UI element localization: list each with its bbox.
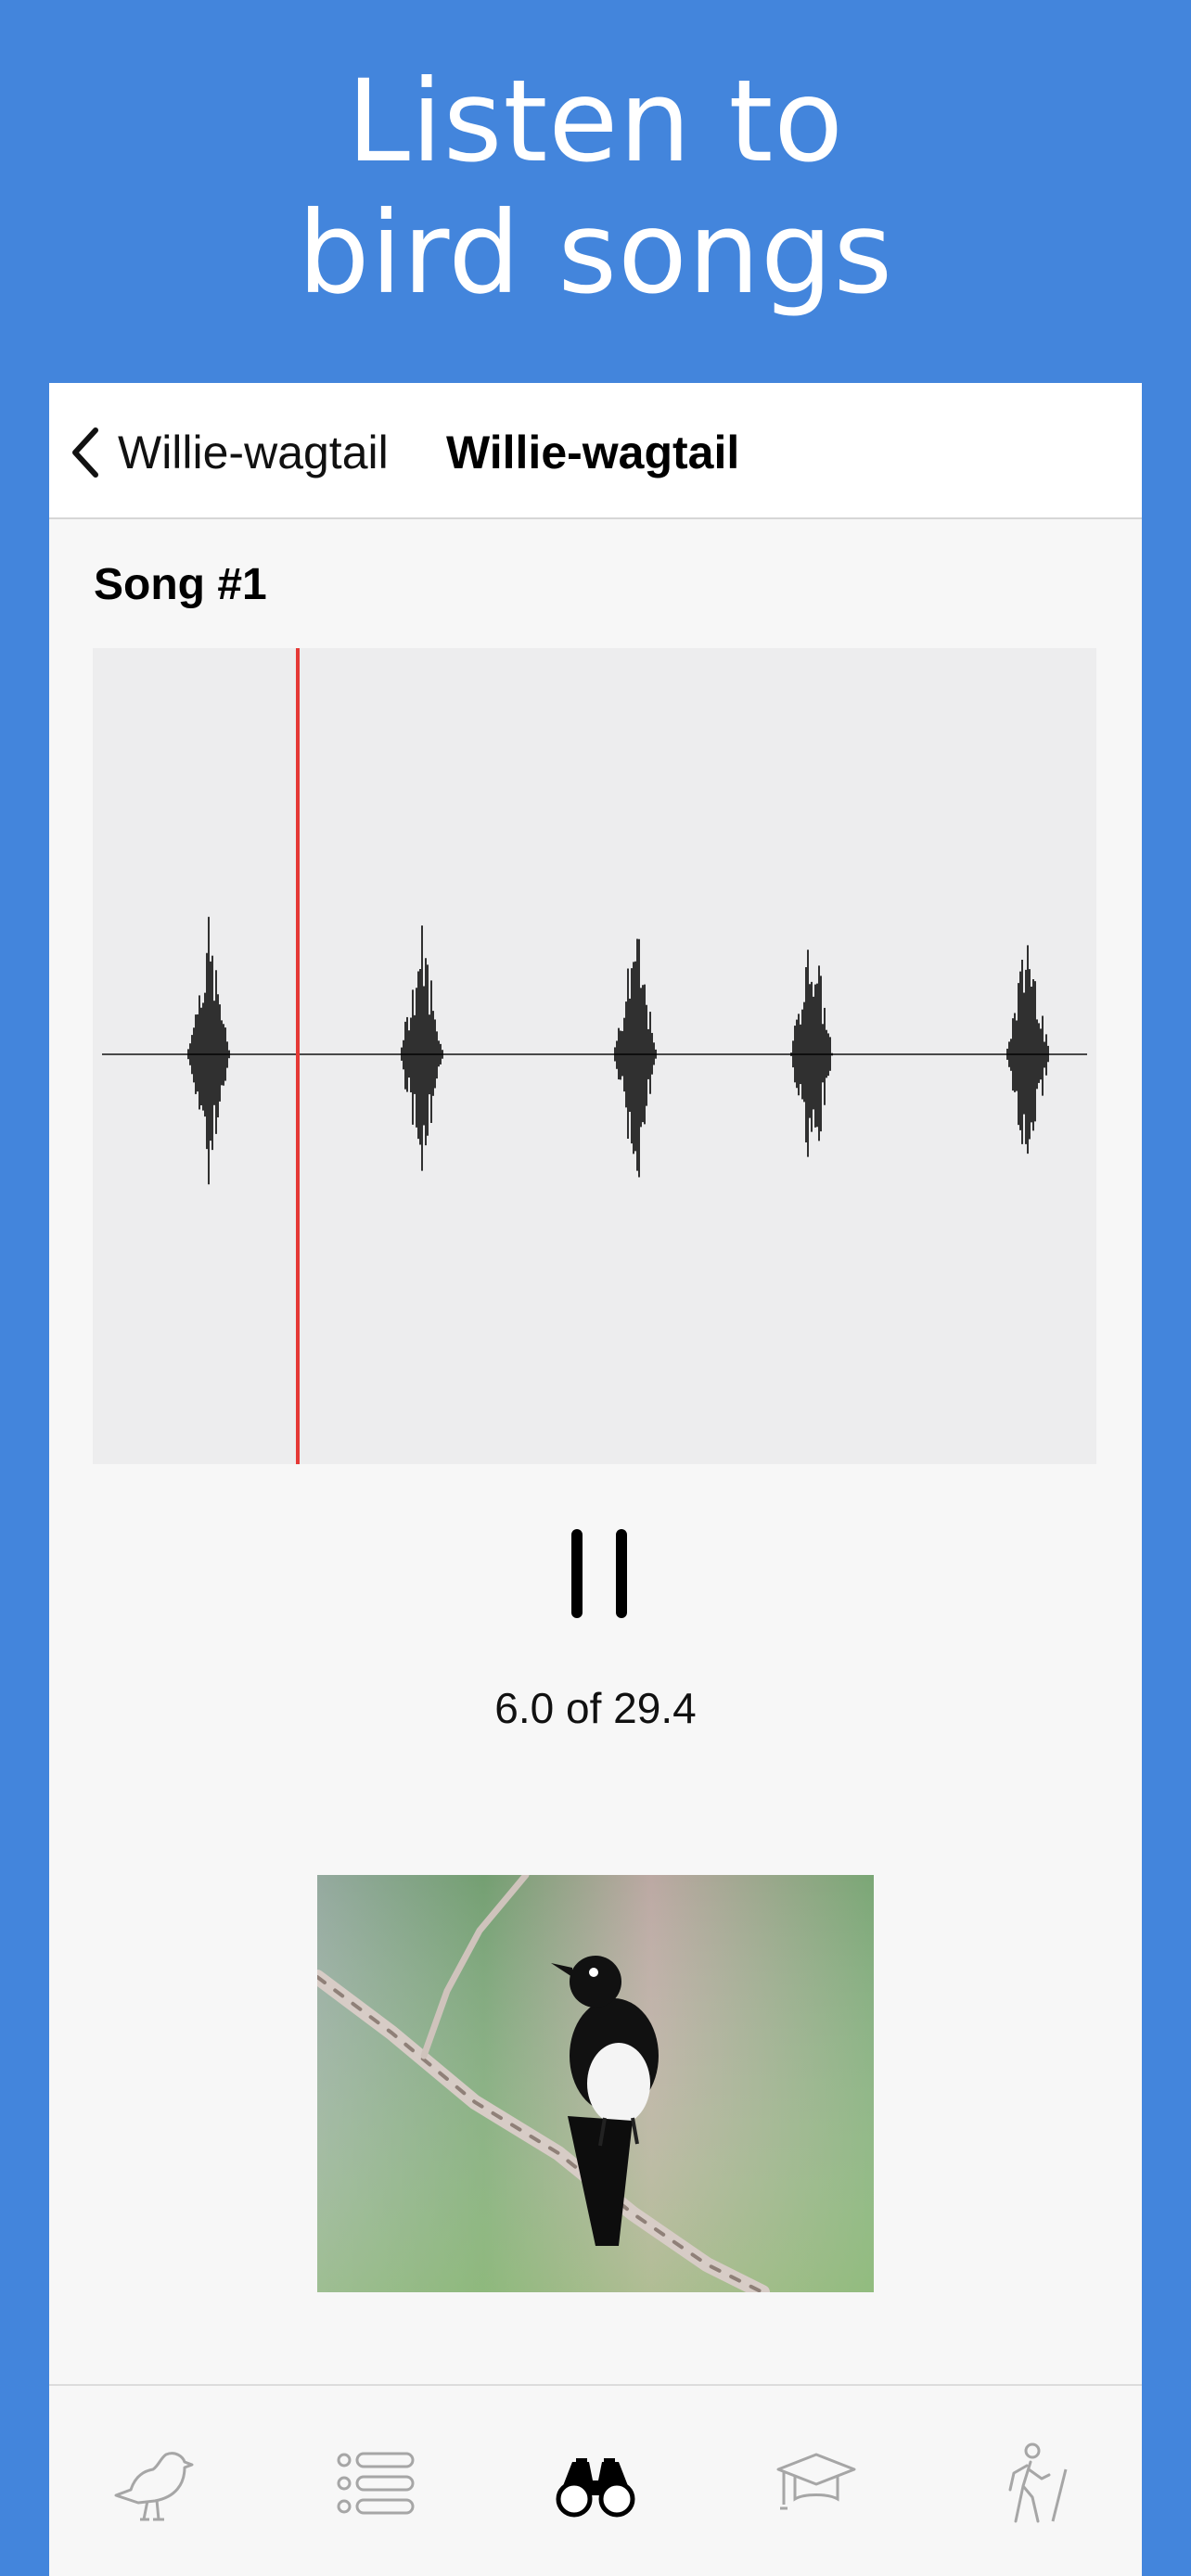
tab-bar bbox=[49, 2384, 1142, 2576]
promo-headline-line2: bird songs bbox=[297, 187, 894, 319]
pause-button[interactable] bbox=[571, 1529, 627, 1618]
binoculars-icon bbox=[556, 2458, 635, 2518]
tab-learn[interactable] bbox=[770, 2437, 863, 2530]
app-screen: Willie-wagtail Willie-wagtail Song #1 6.… bbox=[49, 383, 1142, 2576]
hiker-icon bbox=[1008, 2442, 1068, 2523]
song-title: Song #1 bbox=[94, 560, 267, 609]
tab-birds[interactable] bbox=[106, 2437, 198, 2530]
graduation-cap-icon bbox=[776, 2453, 856, 2510]
chevron-left-icon bbox=[72, 427, 98, 478]
page-title: Willie-wagtail bbox=[446, 427, 740, 478]
bird-icon bbox=[114, 2452, 194, 2521]
tab-hike[interactable] bbox=[991, 2437, 1083, 2530]
back-button-label: Willie-wagtail bbox=[118, 427, 389, 478]
promo-headline: Listen to bird songs bbox=[0, 56, 1191, 319]
waveform-view[interactable] bbox=[93, 648, 1096, 1464]
navigation-bar: Willie-wagtail Willie-wagtail bbox=[49, 383, 1142, 519]
tab-explore[interactable] bbox=[549, 2437, 642, 2530]
pause-icon-bar-left bbox=[571, 1529, 583, 1618]
pause-icon-bar-right bbox=[616, 1529, 627, 1618]
tab-list[interactable] bbox=[328, 2437, 421, 2530]
back-button[interactable]: Willie-wagtail bbox=[70, 420, 389, 485]
bird-photo bbox=[317, 1875, 874, 2292]
playback-time: 6.0 of 29.4 bbox=[494, 1684, 697, 1732]
waveform-graphic bbox=[102, 648, 1087, 1464]
promo-headline-line1: Listen to bbox=[347, 56, 844, 187]
bird-photo-image bbox=[317, 1875, 874, 2292]
list-icon bbox=[337, 2452, 415, 2515]
